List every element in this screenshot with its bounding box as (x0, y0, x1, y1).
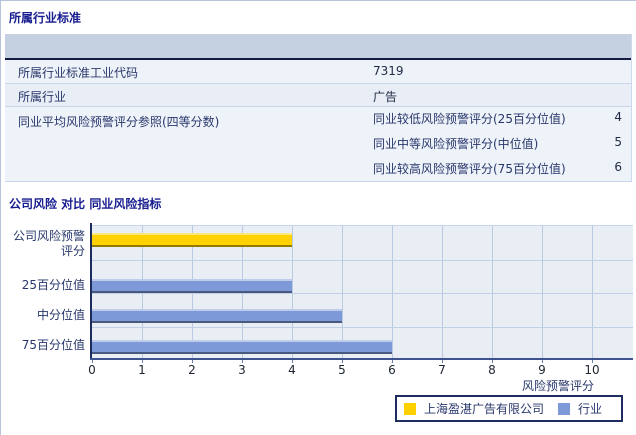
x-tick-mark (242, 360, 243, 363)
y-axis-label-25百分位值: 25百分位值 (21, 278, 85, 292)
industry-label: 所属行业 (18, 90, 67, 104)
chart-x-axis-line (90, 358, 633, 360)
x-axis-label: 风险预警评分 (521, 379, 594, 393)
industry-code-value: 7319 (373, 64, 404, 78)
x-tick-label: 8 (488, 363, 496, 377)
chart-legend: 上海盈湛广告有限公司 行业 (395, 395, 623, 422)
x-tick-label: 10 (584, 363, 600, 377)
peer-median-label: 同业中等风险预警评分(中位值) (373, 137, 539, 151)
x-tick-mark (192, 360, 193, 363)
table-header-band (5, 34, 631, 58)
gridline-horizontal (92, 259, 633, 261)
x-tick-mark (142, 360, 143, 363)
table-row-peer-reference: 同业平均风险预警评分参照(四等分数) 同业较低风险预警评分(25百分位值) 4 … (5, 107, 631, 182)
gridline-horizontal (92, 326, 633, 328)
bar-公司风险预警评分 (92, 233, 292, 247)
x-tick-label: 6 (388, 363, 396, 377)
peer-subrow-median: 同业中等风险预警评分(中位值) 5 (373, 135, 622, 160)
gridline-horizontal (92, 293, 633, 294)
section-title-industry-standard: 所属行业标准 (9, 11, 82, 25)
plot-area (92, 225, 633, 360)
x-tick-label: 2 (188, 363, 196, 377)
legend-item: 行业 (558, 400, 602, 417)
x-tick-label: 0 (88, 363, 96, 377)
industry-value: 广告 (373, 90, 398, 104)
legend-label: 上海盈湛广告有限公司 (424, 402, 545, 416)
bar-25百分位值 (92, 278, 292, 293)
bar-75百分位值 (92, 339, 392, 354)
x-tick-mark (292, 360, 293, 363)
x-tick-label: 4 (288, 363, 296, 377)
report-page: 所属行业标准 所属行业标准工业代码 7319 所属行业 广告 同业平均风险预警评… (0, 0, 636, 435)
section-title-risk-comparison: 公司风险 对比 同业风险指标 (9, 197, 162, 211)
y-axis-label-75百分位值: 75百分位值 (21, 338, 85, 352)
peer-low-label: 同业较低风险预警评分(25百分位值) (373, 112, 566, 126)
x-tick-mark (542, 360, 543, 363)
x-tick-mark (592, 360, 593, 363)
x-tick-mark (342, 360, 343, 363)
x-tick-label: 5 (338, 363, 346, 377)
peer-reference-label: 同业平均风险预警评分参照(四等分数) (18, 115, 220, 129)
peer-subrow-low: 同业较低风险预警评分(25百分位值) 4 (373, 110, 622, 135)
legend-swatch-icon (558, 402, 571, 415)
peer-median-value: 5 (614, 135, 622, 149)
x-tick-mark (492, 360, 493, 363)
peer-reference-subrows: 同业较低风险预警评分(25百分位值) 4 同业中等风险预警评分(中位值) 5 同… (373, 110, 622, 185)
legend-swatch-icon (404, 402, 416, 415)
industry-code-label: 所属行业标准工业代码 (18, 66, 139, 80)
legend-label: 行业 (578, 402, 603, 416)
legend-item: 上海盈湛广告有限公司 (404, 400, 544, 417)
y-axis-label-公司风险预警评分: 公司风险预警 评分 (12, 229, 85, 258)
x-tick-label: 9 (538, 363, 546, 377)
x-tick-mark (92, 360, 93, 363)
y-axis-label-中分位值: 中分位值 (36, 308, 85, 322)
peer-high-label: 同业较高风险预警评分(75百分位值) (373, 162, 566, 176)
table-row-industry: 所属行业 广告 (5, 84, 631, 107)
x-tick-label: 3 (238, 363, 246, 377)
peer-low-value: 4 (614, 110, 622, 124)
x-tick-mark (442, 360, 443, 363)
x-tick-label: 1 (138, 363, 146, 377)
industry-standard-table: 所属行业标准工业代码 7319 所属行业 广告 同业平均风险预警评分参照(四等分… (5, 34, 632, 182)
x-tick-label: 7 (438, 363, 446, 377)
table-row-industry-code: 所属行业标准工业代码 7319 (5, 60, 631, 84)
peer-subrow-high: 同业较高风险预警评分(75百分位值) 6 (373, 160, 622, 185)
x-tick-mark (392, 360, 393, 363)
bar-中分位值 (92, 309, 342, 323)
peer-high-value: 6 (614, 160, 622, 174)
